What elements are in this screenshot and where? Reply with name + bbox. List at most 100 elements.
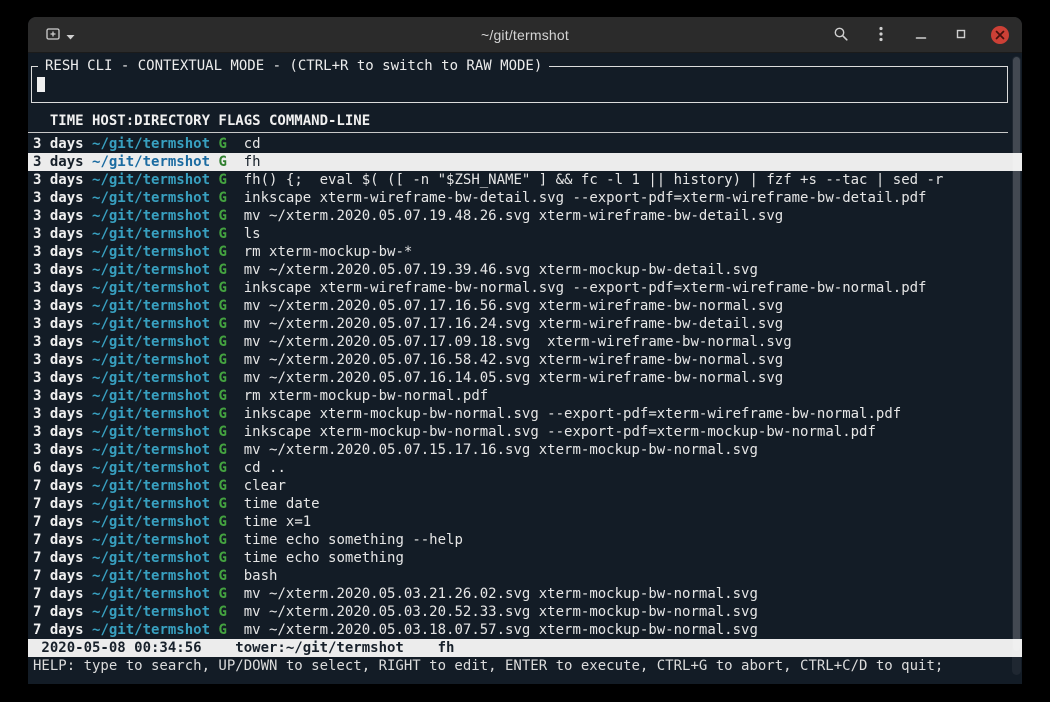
row-time: 3 days <box>33 442 92 458</box>
row-host: ~/git/termshot <box>92 424 210 440</box>
history-row[interactable]: 3 days ~/git/termshot G rm xterm-mockup-… <box>28 243 1022 261</box>
history-row[interactable]: 7 days ~/git/termshot G clear <box>28 477 1022 495</box>
history-row[interactable]: 7 days ~/git/termshot G mv ~/xterm.2020.… <box>28 585 1022 603</box>
kebab-menu-icon <box>879 26 883 45</box>
row-time: 3 days <box>33 316 92 332</box>
row-host: ~/git/termshot <box>92 604 210 620</box>
restore-button[interactable] <box>951 25 971 45</box>
history-row[interactable]: 3 days ~/git/termshot G mv ~/xterm.2020.… <box>28 351 1022 369</box>
minimize-button[interactable] <box>911 25 931 45</box>
history-row[interactable]: 3 days ~/git/termshot G mv ~/xterm.2020.… <box>28 315 1022 333</box>
search-button[interactable] <box>831 25 851 45</box>
history-row[interactable]: 3 days ~/git/termshot G mv ~/xterm.2020.… <box>28 207 1022 225</box>
row-time: 3 days <box>33 388 92 404</box>
row-command: mv ~/xterm.2020.05.07.19.48.26.svg xterm… <box>244 208 783 224</box>
row-host: ~/git/termshot <box>92 514 210 530</box>
row-host: ~/git/termshot <box>92 568 210 584</box>
row-flags: G <box>210 298 244 314</box>
scrollbar-thumb[interactable] <box>1013 57 1020 651</box>
desktop: ~/git/termshot <box>0 0 1050 702</box>
row-flags: G <box>210 136 244 152</box>
row-host: ~/git/termshot <box>92 388 210 404</box>
row-command: cd .. <box>244 460 286 476</box>
row-command: fh() {; eval $( ([ -n "$ZSH_NAME" ] && f… <box>244 172 944 188</box>
history-row[interactable]: 3 days ~/git/termshot G inkscape xterm-w… <box>28 189 1022 207</box>
row-time: 3 days <box>33 406 92 422</box>
history-row[interactable]: 3 days ~/git/termshot G fh() {; eval $( … <box>28 171 1022 189</box>
row-flags: G <box>210 244 244 260</box>
row-flags: G <box>210 586 244 602</box>
history-row[interactable]: 3 days ~/git/termshot G inkscape xterm-m… <box>28 423 1022 441</box>
history-row[interactable]: 3 days ~/git/termshot G mv ~/xterm.2020.… <box>28 261 1022 279</box>
table-header: TIME HOST:DIRECTORY FLAGS COMMAND-LINE <box>28 112 1008 133</box>
resh-search-box[interactable]: RESH CLI - CONTEXTUAL MODE - (CTRL+R to … <box>31 66 1008 103</box>
row-command: mv ~/xterm.2020.05.07.16.14.05.svg xterm… <box>244 370 783 386</box>
history-row[interactable]: 7 days ~/git/termshot G time date <box>28 495 1022 513</box>
new-tab-button[interactable] <box>38 22 82 49</box>
row-command: mv ~/xterm.2020.05.03.18.07.57.svg xterm… <box>244 622 758 638</box>
row-host: ~/git/termshot <box>92 334 210 350</box>
close-button[interactable] <box>991 26 1009 44</box>
history-row[interactable]: 7 days ~/git/termshot G time x=1 <box>28 513 1022 531</box>
row-command: inkscape xterm-wireframe-bw-detail.svg -… <box>244 190 927 206</box>
history-row[interactable]: 3 days ~/git/termshot G rm xterm-mockup-… <box>28 387 1022 405</box>
menu-button[interactable] <box>871 25 891 45</box>
row-flags: G <box>210 406 244 422</box>
history-row[interactable]: 7 days ~/git/termshot G bash <box>28 567 1022 585</box>
history-row[interactable]: 7 days ~/git/termshot G time echo someth… <box>28 531 1022 549</box>
row-flags: G <box>210 388 244 404</box>
search-icon <box>833 26 849 45</box>
history-row[interactable]: 7 days ~/git/termshot G mv ~/xterm.2020.… <box>28 621 1022 639</box>
history-row[interactable]: 7 days ~/git/termshot G time echo someth… <box>28 549 1022 567</box>
row-flags: G <box>210 172 244 188</box>
history-row[interactable]: 3 days ~/git/termshot G inkscape xterm-w… <box>28 279 1022 297</box>
row-time: 3 days <box>33 226 92 242</box>
history-row[interactable]: 3 days ~/git/termshot G inkscape xterm-m… <box>28 405 1022 423</box>
row-time: 3 days <box>33 136 92 152</box>
row-host: ~/git/termshot <box>92 172 210 188</box>
row-command: mv ~/xterm.2020.05.07.19.39.46.svg xterm… <box>244 262 758 278</box>
terminal-window: ~/git/termshot <box>28 17 1022 684</box>
row-host: ~/git/termshot <box>92 550 210 566</box>
row-flags: G <box>210 442 244 458</box>
row-command: rm xterm-mockup-bw-normal.pdf <box>244 388 488 404</box>
row-host: ~/git/termshot <box>92 262 210 278</box>
history-row[interactable]: 3 days ~/git/termshot G mv ~/xterm.2020.… <box>28 297 1022 315</box>
restore-icon <box>954 27 968 44</box>
row-command: rm xterm-mockup-bw-* <box>244 244 413 260</box>
row-flags: G <box>210 460 244 476</box>
row-flags: G <box>210 190 244 206</box>
terminal-screen[interactable]: RESH CLI - CONTEXTUAL MODE - (CTRL+R to … <box>28 53 1022 683</box>
scrollbar[interactable] <box>1012 56 1021 675</box>
row-command: mv ~/xterm.2020.05.07.17.09.18.svg xterm… <box>244 334 792 350</box>
history-row[interactable]: 3 days ~/git/termshot G mv ~/xterm.2020.… <box>28 441 1022 459</box>
history-row[interactable]: 3 days ~/git/termshot G fh <box>28 153 1022 171</box>
row-time: 7 days <box>33 478 92 494</box>
row-command: time echo something --help <box>244 532 463 548</box>
close-icon <box>995 28 1005 43</box>
help-line: HELP: type to search, UP/DOWN to select,… <box>28 657 1022 675</box>
history-row[interactable]: 6 days ~/git/termshot G cd .. <box>28 459 1022 477</box>
row-host: ~/git/termshot <box>92 226 210 242</box>
history-row[interactable]: 3 days ~/git/termshot G ls <box>28 225 1022 243</box>
row-time: 3 days <box>33 262 92 278</box>
history-row[interactable]: 3 days ~/git/termshot G mv ~/xterm.2020.… <box>28 333 1022 351</box>
titlebar: ~/git/termshot <box>28 17 1022 53</box>
row-time: 3 days <box>33 172 92 188</box>
row-host: ~/git/termshot <box>92 136 210 152</box>
row-time: 3 days <box>33 154 92 170</box>
row-flags: G <box>210 280 244 296</box>
history-row[interactable]: 7 days ~/git/termshot G mv ~/xterm.2020.… <box>28 603 1022 621</box>
row-flags: G <box>210 514 244 530</box>
resh-mode-title: RESH CLI - CONTEXTUAL MODE - (CTRL+R to … <box>38 57 549 75</box>
row-time: 6 days <box>33 460 92 476</box>
row-host: ~/git/termshot <box>92 460 210 476</box>
row-host: ~/git/termshot <box>92 298 210 314</box>
row-time: 7 days <box>33 532 92 548</box>
row-flags: G <box>210 154 244 170</box>
history-row[interactable]: 3 days ~/git/termshot G mv ~/xterm.2020.… <box>28 369 1022 387</box>
history-row[interactable]: 3 days ~/git/termshot G cd <box>28 135 1022 153</box>
row-command: mv ~/xterm.2020.05.07.17.16.56.svg xterm… <box>244 298 783 314</box>
row-command: fh <box>244 154 261 170</box>
row-command: mv ~/xterm.2020.05.07.17.16.24.svg xterm… <box>244 316 783 332</box>
